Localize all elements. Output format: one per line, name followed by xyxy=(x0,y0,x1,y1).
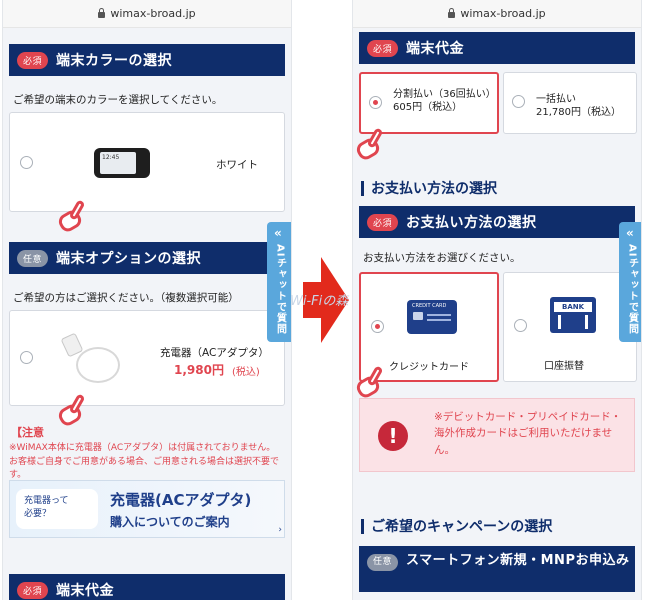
color-option-white[interactable]: 12:45 ホワイト xyxy=(9,112,285,212)
warning-text: ※デビットカード・プリペイドカード・海外作成カードはご利用いただけません。 xyxy=(434,411,622,456)
router-device-image: 12:45 xyxy=(94,148,150,178)
bank-transfer-option[interactable]: BANK 口座振替 xyxy=(503,272,637,382)
optional-badge: 任意 xyxy=(367,554,399,572)
charger-guide-banner[interactable]: 充電器って 必要？ 充電器(ACアダプタ) 購入についてのご案内 › xyxy=(9,480,285,538)
notice-title: 【注意 xyxy=(11,426,44,439)
charger-tax: (税込) xyxy=(232,367,260,378)
url-bar[interactable]: wimax-broad.jp xyxy=(353,0,641,28)
lock-icon xyxy=(448,7,456,18)
installment-radio[interactable] xyxy=(369,96,382,109)
optional-badge: 任意 xyxy=(17,249,49,267)
question-bubble: 充電器って 必要？ xyxy=(16,489,98,529)
option-section-header: 任意 端末オプションの選択 xyxy=(9,242,285,274)
chevron-double-left-icon: « xyxy=(626,226,635,240)
section-title: 端末代金 xyxy=(406,41,465,57)
color-help-text: ご希望の端末のカラーを選択してください。 xyxy=(13,94,223,106)
required-badge: 必須 xyxy=(367,213,399,231)
watermark: Wi-Fiの森 xyxy=(290,294,349,309)
bank-transfer-radio[interactable] xyxy=(514,319,527,332)
lump-sum-text: 一括払い 21,780円（税込） xyxy=(536,93,621,119)
chevron-double-left-icon: « xyxy=(274,226,283,240)
pointing-hand-icon xyxy=(49,392,89,432)
credit-card-radio[interactable] xyxy=(371,320,384,333)
question-line-1: 充電器って xyxy=(24,496,69,506)
installment-label: 分割払い（36回払い） xyxy=(393,89,496,100)
payment-heading-text: お支払い方法の選択 xyxy=(371,181,497,197)
option-help-text: ご希望の方はご選択ください。（複数選択可能） xyxy=(13,292,239,304)
charger-name: 充電器（ACアダプタ） xyxy=(160,347,269,359)
lump-sum-option[interactable]: 一括払い 21,780円（税込） xyxy=(503,72,637,134)
color-section-header: 必須 端末カラーの選択 xyxy=(9,44,285,76)
ai-chat-tab[interactable]: « AIチャットで質問 xyxy=(267,222,291,342)
url-bar[interactable]: wimax-broad.jp xyxy=(3,0,291,28)
section-title: 端末代金 xyxy=(56,583,115,599)
color-label: ホワイト xyxy=(216,159,258,171)
lump-sum-radio[interactable] xyxy=(512,95,525,108)
notice-text: ※WiMAX本体に充電器（ACアダプタ）は付属されておりません。お客様ご自身でご… xyxy=(9,443,280,480)
required-badge: 必須 xyxy=(17,581,49,599)
bank-transfer-label: 口座振替 xyxy=(544,361,584,372)
price-section-header: 必須 端末代金 xyxy=(9,574,285,600)
bank-icon: BANK xyxy=(550,297,596,333)
campaign-heading: ご希望のキャンペーンの選択 xyxy=(361,516,552,536)
section-title: 端末カラーの選択 xyxy=(56,53,173,69)
section-title: お支払い方法の選択 xyxy=(406,215,537,231)
credit-card-icon: CREDIT CARD xyxy=(407,300,457,334)
card-icon-text: CREDIT CARD xyxy=(412,303,447,309)
lump-sum-label: 一括払い xyxy=(536,94,576,105)
banner-sub: 購入についてのご案内 xyxy=(110,515,230,529)
url-text: wimax-broad.jp xyxy=(110,7,196,20)
question-line-2: 必要？ xyxy=(24,508,52,519)
lump-sum-price: 21,780円（税込） xyxy=(536,107,621,118)
ai-chat-tab[interactable]: « AIチャットで質問 xyxy=(619,222,641,342)
charger-price: 1,980円 xyxy=(174,363,224,377)
ac-adapter-image xyxy=(58,329,128,389)
pointing-hand-icon xyxy=(49,198,89,238)
exclamation-icon: ! xyxy=(378,421,408,451)
payment-warning: ! ※デビットカード・プリペイドカード・海外作成カードはご利用いただけません。 xyxy=(359,398,635,472)
installment-text: 分割払い（36回払い） 605円（税込） xyxy=(393,88,497,114)
banner-main: 充電器(ACアダプタ) xyxy=(110,491,252,509)
price-section-header: 必須 端末代金 xyxy=(359,32,635,64)
installment-option[interactable]: 分割払い（36回払い） 605円（税込） xyxy=(359,72,499,134)
payment-section-header: 必須 お支払い方法の選択 xyxy=(359,206,635,238)
ai-chat-label: AIチャットで質問 xyxy=(626,244,638,335)
section-title: 端末オプションの選択 xyxy=(56,251,202,267)
chevron-right-icon: › xyxy=(278,525,282,535)
required-badge: 必須 xyxy=(367,39,399,57)
installment-price: 605円（税込） xyxy=(393,102,463,113)
left-screen: wimax-broad.jp 必須 端末カラーの選択 ご希望の端末のカラーを選択… xyxy=(2,0,292,600)
payment-heading: お支払い方法の選択 xyxy=(361,178,497,198)
payment-help-text: お支払い方法をお選びください。 xyxy=(363,252,521,264)
pointing-hand-icon xyxy=(353,126,387,166)
credit-card-label: クレジットカード xyxy=(389,362,469,373)
right-screen: wimax-broad.jp 必須 端末代金 分割払い（36回払い） 605円（… xyxy=(352,0,642,600)
charger-radio[interactable] xyxy=(20,351,33,364)
section-title: スマートフォン新規・MNPお申込み xyxy=(406,553,630,568)
campaign-heading-text: ご希望のキャンペーンの選択 xyxy=(371,519,553,535)
campaign-section-header: 任意 スマートフォン新規・MNPお申込み xyxy=(359,546,635,592)
url-text: wimax-broad.jp xyxy=(460,7,546,20)
required-badge: 必須 xyxy=(17,51,49,69)
color-radio[interactable] xyxy=(20,156,33,169)
ai-chat-label: AIチャットで質問 xyxy=(274,244,286,335)
bank-icon-text: BANK xyxy=(562,303,585,311)
device-screen: 12:45 xyxy=(100,152,136,174)
lock-icon xyxy=(98,7,106,18)
